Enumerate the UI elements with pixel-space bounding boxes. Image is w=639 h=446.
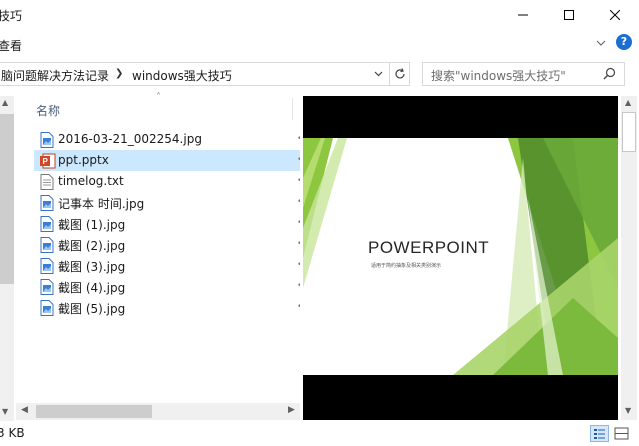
scroll-left-icon[interactable]: ◀ [21, 405, 28, 415]
preview-scrollbar[interactable]: ▲ ▼ [621, 96, 637, 420]
address-history-dropdown[interactable] [369, 63, 387, 85]
status-bar: 3 KB [0, 422, 639, 446]
menu-view-tab[interactable]: 查看 [0, 37, 22, 54]
slide-subtitle: 适用于简约抽象及相关类别演示 [371, 263, 442, 269]
text-file-icon [40, 174, 54, 190]
file-row[interactable]: 截图 (3).jpg [34, 255, 300, 276]
help-button[interactable]: ? [616, 34, 632, 50]
maximize-icon [564, 10, 574, 20]
file-row[interactable]: 截图 (4).jpg [34, 276, 300, 297]
scroll-up-icon[interactable]: ▲ [2, 98, 8, 107]
expand-ribbon-button[interactable] [596, 36, 606, 50]
file-row[interactable]: timelog.txt [34, 171, 300, 192]
search-box[interactable]: 搜索"windows强大技巧" [422, 62, 625, 86]
file-row[interactable]: 截图 (5).jpg [34, 297, 300, 318]
selected-item-size: 3 KB [0, 426, 25, 440]
scrollbar-thumb[interactable] [622, 112, 636, 152]
file-row[interactable]: 记事本 时间.jpg [34, 192, 300, 213]
image-file-icon [40, 258, 54, 274]
scroll-up-icon[interactable]: ▲ [625, 98, 631, 107]
file-name: 截图 (5).jpg [58, 302, 126, 316]
details-view-button[interactable] [590, 425, 609, 442]
file-name: 截图 (4).jpg [58, 281, 126, 295]
breadcrumb-segment[interactable]: 脑问题解决方法记录 [1, 67, 109, 84]
file-row[interactable]: Pppt.pptx [34, 150, 300, 171]
minimize-button[interactable] [500, 0, 546, 30]
file-name: 2016-03-21_002254.jpg [58, 132, 202, 146]
file-name: 截图 (2).jpg [58, 239, 126, 253]
file-name: ppt.pptx [58, 153, 109, 167]
close-icon [610, 10, 620, 20]
search-placeholder[interactable]: 搜索"windows强大技巧" [431, 67, 566, 84]
navigation-pane-scrollbar[interactable]: ▲ ▼ [0, 96, 14, 421]
column-divider[interactable] [292, 98, 293, 120]
file-row[interactable]: 截图 (2).jpg [34, 234, 300, 255]
minimize-icon [518, 14, 528, 16]
large-icons-view-icon [614, 427, 629, 440]
breadcrumb-separator-icon[interactable]: ❯ [115, 68, 123, 79]
image-file-icon [40, 279, 54, 295]
file-name: 截图 (3).jpg [58, 260, 126, 274]
large-icons-view-button[interactable] [612, 425, 631, 442]
title-bar: 技巧 [0, 0, 639, 30]
scrollbar-thumb[interactable] [36, 405, 152, 418]
image-file-icon [40, 132, 54, 148]
address-bar[interactable]: 脑问题解决方法记录 ❯ windows强大技巧 [0, 62, 390, 86]
chevron-down-icon [596, 40, 606, 46]
image-file-icon [40, 216, 54, 232]
window-title: 技巧 [0, 9, 23, 23]
file-list-horizontal-scrollbar[interactable]: ◀ ▶ [16, 403, 300, 420]
column-header-name[interactable]: 名称 [36, 102, 60, 119]
slide-preview: POWERPOINT 适用于简约抽象及相关类别演示 [303, 138, 618, 375]
image-file-icon [40, 237, 54, 253]
details-view-icon [594, 429, 605, 439]
svg-text:P: P [43, 157, 49, 166]
file-name: 记事本 时间.jpg [58, 197, 145, 211]
search-icon[interactable] [603, 67, 616, 80]
close-button[interactable] [592, 0, 638, 30]
file-name: 截图 (1).jpg [58, 218, 126, 232]
breadcrumb-segment-current[interactable]: windows强大技巧 [132, 67, 232, 84]
scrollbar-thumb[interactable] [0, 114, 14, 284]
file-row[interactable]: 截图 (1).jpg [34, 213, 300, 234]
column-header-row: ˄ 名称 [16, 92, 300, 126]
sort-ascending-icon: ˄ [156, 92, 161, 103]
chevron-down-icon [374, 71, 382, 77]
refresh-icon [394, 68, 405, 79]
image-file-icon [40, 195, 54, 211]
file-name: timelog.txt [58, 174, 124, 188]
powerpoint-file-icon: P [40, 153, 56, 169]
maximize-button[interactable] [546, 0, 592, 30]
slide-title: POWERPOINT [368, 238, 490, 257]
scroll-right-icon[interactable]: ▶ [288, 405, 295, 415]
file-row[interactable]: 2016-03-21_002254.jpg [34, 129, 300, 150]
image-file-icon [40, 300, 54, 316]
menu-bar: 查看 [0, 30, 639, 58]
scroll-down-icon[interactable]: ▼ [2, 407, 8, 416]
refresh-button[interactable] [390, 62, 410, 86]
scroll-down-icon[interactable]: ▼ [625, 406, 631, 415]
